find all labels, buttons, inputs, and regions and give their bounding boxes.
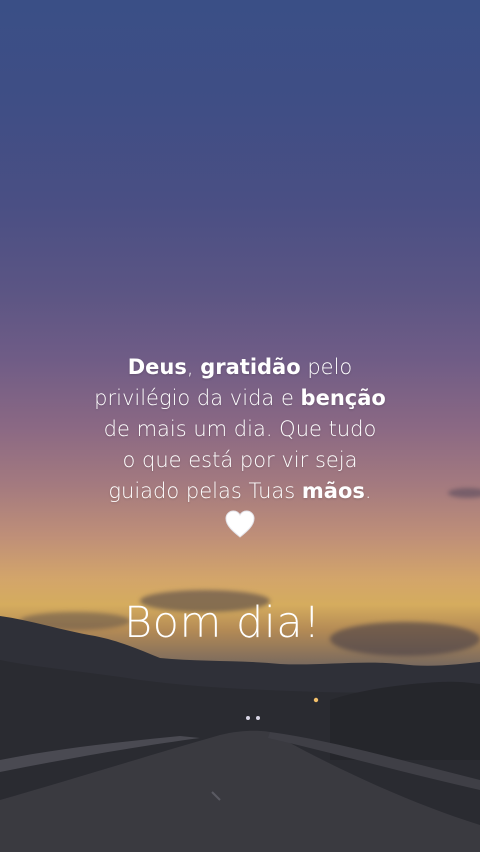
text-segment: . <box>364 479 372 503</box>
message-line-1: Deus, gratidão pelo <box>40 352 440 383</box>
greeting-text: Bom dia! <box>124 598 321 648</box>
word-maos: mãos <box>301 479 365 503</box>
word-gratidao: gratidão <box>200 355 301 379</box>
word-bencao: benção <box>300 386 386 410</box>
text-segment: guiado pelas Tuas <box>108 479 302 503</box>
white-heart-icon <box>225 510 255 538</box>
message-line-5: guiado pelas Tuas mãos. <box>40 476 440 507</box>
message-line-3: de mais um dia. Que tudo <box>103 417 377 441</box>
message-line-2: privilégio da vida e benção <box>40 383 440 414</box>
word-deus: Deus <box>127 355 187 379</box>
message-text: Deus, gratidão pelo privilégio da vida e… <box>40 352 440 539</box>
text-segment: privilégio da vida e <box>94 386 301 410</box>
text-segment: pelo <box>300 355 353 379</box>
message-line-4: o que está por vir seja <box>122 448 358 472</box>
text-segment: , <box>186 355 201 379</box>
